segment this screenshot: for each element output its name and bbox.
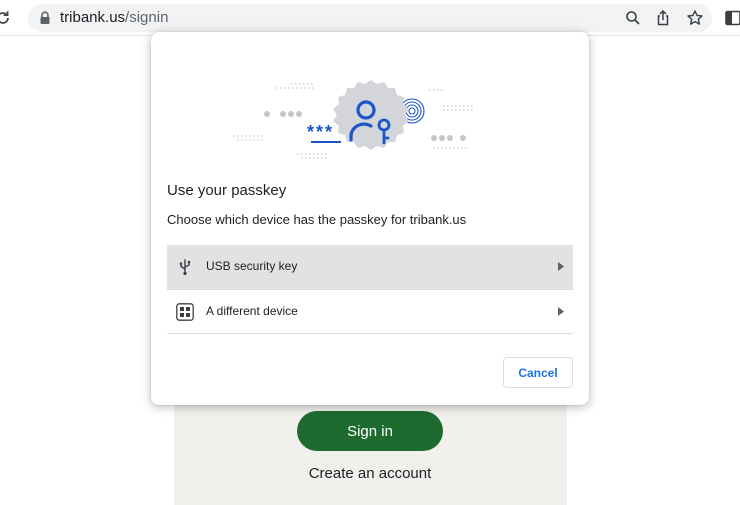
create-account-link[interactable]: Create an account xyxy=(270,465,470,482)
bookmark-star-icon[interactable] xyxy=(686,9,704,27)
option-usb-security-key[interactable]: USB security key xyxy=(167,245,573,289)
dialog-title: Use your passkey xyxy=(167,182,287,199)
signin-button[interactable]: Sign in xyxy=(297,411,443,451)
password-mask: *** xyxy=(307,122,334,142)
option-label: A different device xyxy=(206,304,298,318)
qr-code-icon xyxy=(176,303,194,321)
chevron-right-icon xyxy=(558,307,564,316)
zoom-icon[interactable] xyxy=(624,9,642,27)
url-text[interactable]: tribank.us/signin xyxy=(60,9,168,27)
reload-icon[interactable] xyxy=(0,9,12,27)
chevron-right-icon xyxy=(558,262,564,271)
usb-icon xyxy=(179,259,191,276)
option-different-device[interactable]: A different device xyxy=(167,290,573,334)
url-domain: tribank.us xyxy=(60,9,126,26)
passkey-illustration: *** xyxy=(233,80,475,159)
dialog-subtitle: Choose which device has the passkey for … xyxy=(167,212,467,227)
lock-icon[interactable] xyxy=(39,11,51,25)
address-bar[interactable]: tribank.us/signin xyxy=(28,4,712,32)
share-icon[interactable] xyxy=(654,9,672,27)
passkey-dialog: *** Use your passkey Choose which device… xyxy=(151,32,589,405)
side-panel-icon[interactable] xyxy=(724,9,740,27)
url-path: /signin xyxy=(125,9,169,26)
browser-toolbar: tribank.us/signin xyxy=(0,0,740,36)
option-label: USB security key xyxy=(206,259,298,273)
cancel-button[interactable]: Cancel xyxy=(503,357,573,388)
